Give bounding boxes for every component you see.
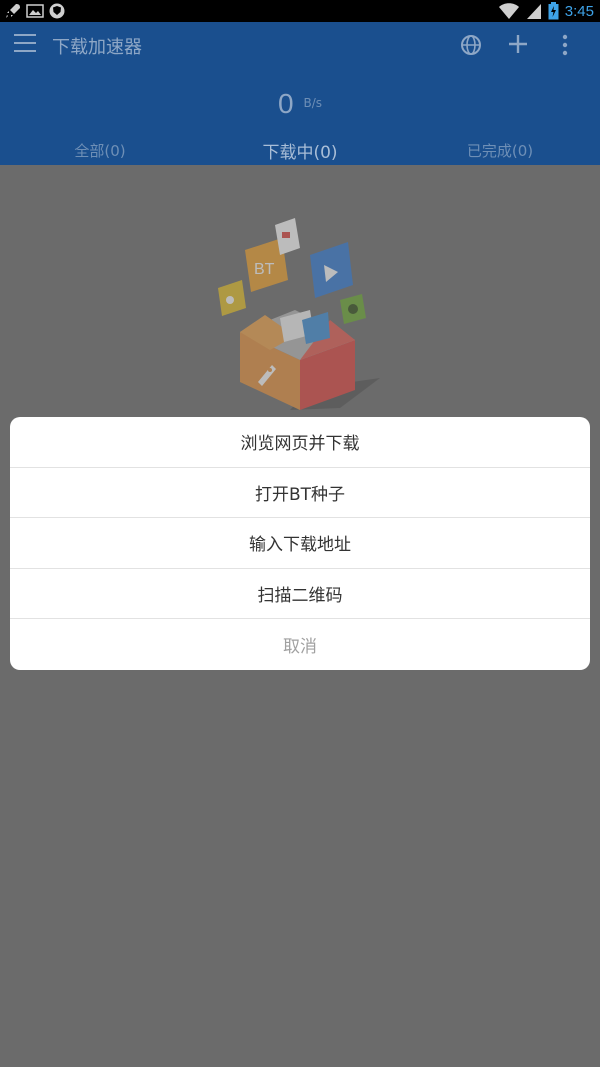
tab-downloading[interactable]: 下载中(0) [200,134,400,165]
enter-download-url-button[interactable]: 输入下载地址 [10,518,590,569]
open-bt-torrent-button[interactable]: 打开BT种子 [10,468,590,519]
cancel-button[interactable]: 取消 [10,619,590,670]
scan-qr-code-button[interactable]: 扫描二维码 [10,569,590,620]
bt-card-label: BT [254,261,275,278]
wifi-icon [498,3,519,19]
toolbar: 下载加速器 [0,22,600,68]
image-icon [26,4,44,18]
plus-icon[interactable] [507,33,529,55]
browse-and-download-button[interactable]: 浏览网页并下载 [10,417,590,468]
speed-display: 0 B/s [0,88,600,128]
tab-all[interactable]: 全部(0) [0,134,200,165]
battery-icon [548,2,559,20]
status-right-icons: 3:45 [498,1,594,21]
action-dialog: 浏览网页并下载 打开BT种子 输入下载地址 扫描二维码 取消 [10,417,590,670]
signal-icon [526,4,541,19]
rocket-icon [6,4,20,18]
empty-state-illustration: BT [218,218,380,410]
shield-icon [49,3,65,19]
app-header: 下载加速器 0 B/s 全部(0) 下载中(0) 已完成(0) [0,22,600,165]
tab-completed[interactable]: 已完成(0) [400,134,600,165]
status-bar: 3:45 [0,0,600,22]
status-left-icons [4,2,66,20]
menu-icon[interactable] [14,34,36,54]
tab-bar: 全部(0) 下载中(0) 已完成(0) [0,134,600,165]
speed-unit: B/s [303,96,323,110]
speed-value: 0 [277,88,294,119]
globe-icon[interactable] [460,34,482,56]
app-title: 下载加速器 [52,37,142,58]
status-time: 3:45 [564,2,594,20]
more-vert-icon[interactable] [558,34,572,56]
